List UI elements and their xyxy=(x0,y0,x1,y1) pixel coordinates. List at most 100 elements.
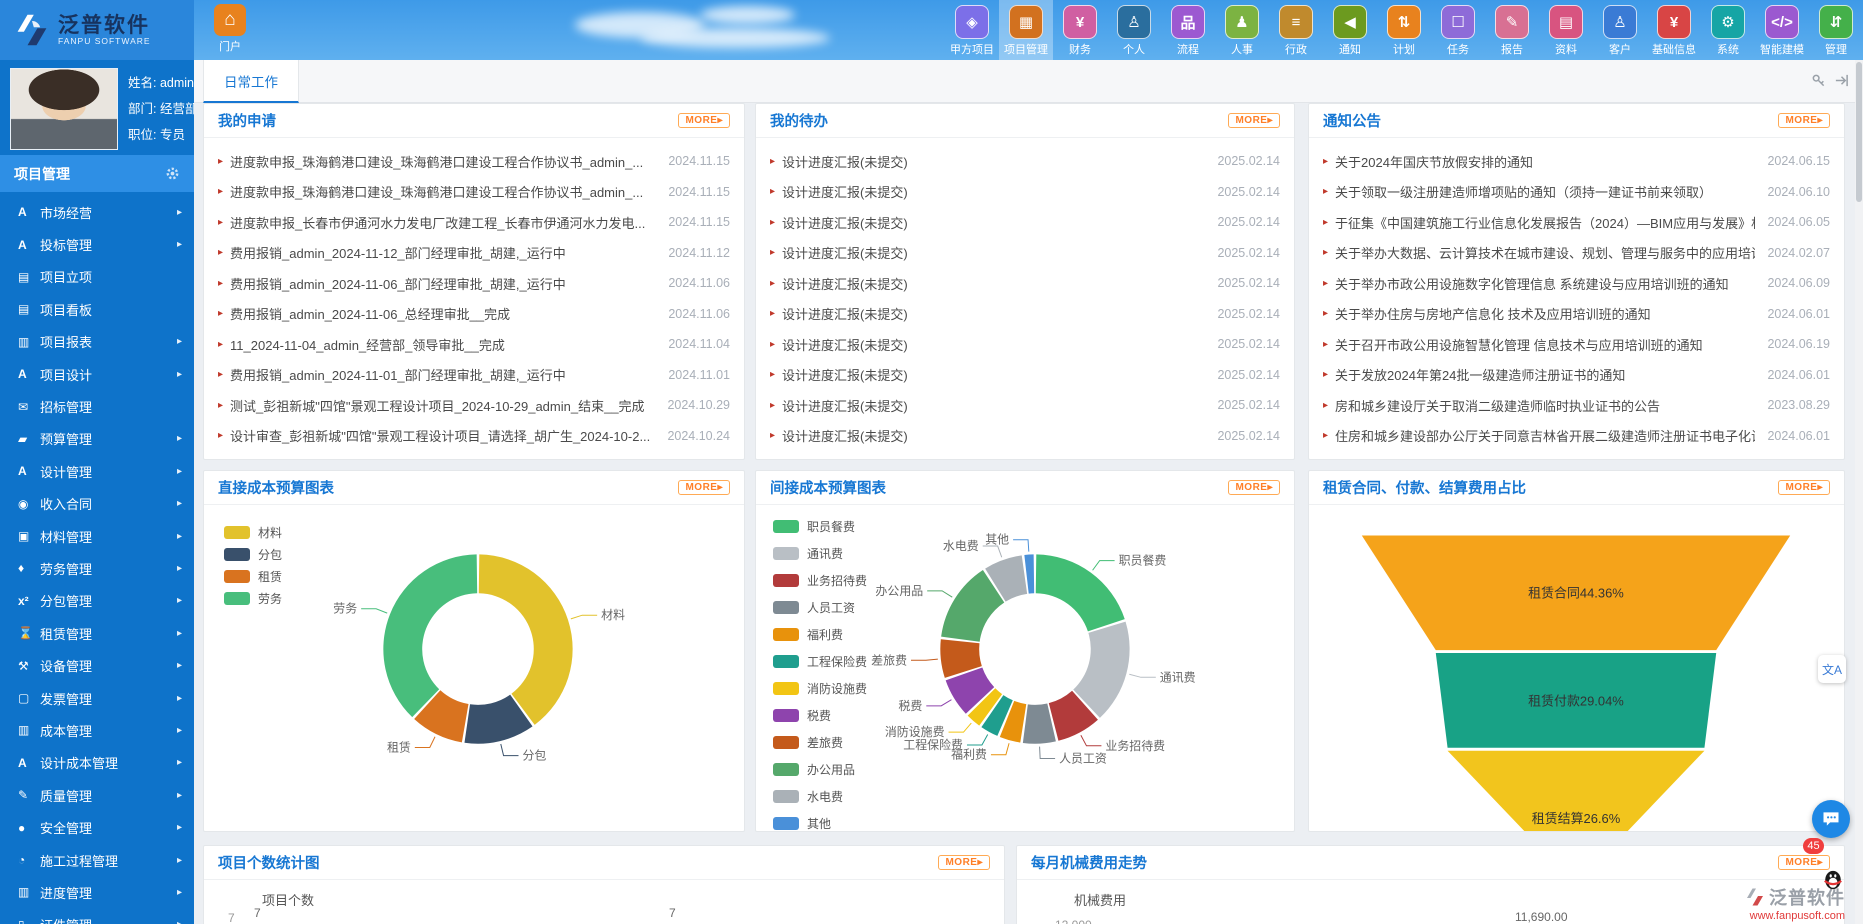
top-nav-item[interactable]: ⚙ 系统 xyxy=(1701,0,1755,60)
list-item[interactable]: ▸ 关于2024年国庆节放假安排的通知 2024.06.15 xyxy=(1309,146,1844,177)
sidebar-menu-item[interactable]: x² 分包管理 ▸ xyxy=(0,585,194,617)
top-nav-item[interactable]: ♙ 个人 xyxy=(1107,0,1161,60)
top-nav-item[interactable]: ▦ 项目管理 xyxy=(999,0,1053,60)
sidebar-menu-item[interactable]: ▣ 材料管理 ▸ xyxy=(0,520,194,552)
legend-item[interactable]: 业务招待费 xyxy=(773,567,867,594)
legend-item[interactable]: 职员餐费 xyxy=(773,513,867,540)
scrollbar-thumb[interactable] xyxy=(1856,62,1862,202)
list-item[interactable]: ▸ 设计审查_彭祖新城"四馆"景观工程设计项目_请选择_胡广生_2024-10-… xyxy=(204,421,744,452)
sidebar-menu-item[interactable]: A 市场经营 ▸ xyxy=(0,196,194,228)
top-nav-item[interactable]: ♙ 客户 xyxy=(1593,0,1647,60)
sidebar-menu-item[interactable]: ▯ 证件管理 ▸ xyxy=(0,909,194,924)
list-item[interactable]: ▸ 设计进度汇报(未提交) 2025.02.14 xyxy=(756,146,1294,177)
list-item[interactable]: ▸ 关于举办市政公用设施数字化管理信息 系统建设与应用培训班的通知 2024.0… xyxy=(1309,268,1844,299)
sidebar-menu-item[interactable]: ▰ 预算管理 ▸ xyxy=(0,423,194,455)
sidebar-menu-item[interactable]: ♦ 劳务管理 ▸ xyxy=(0,552,194,584)
chat-float-button[interactable] xyxy=(1812,800,1850,838)
legend-item[interactable]: 其他 xyxy=(773,810,867,831)
more-button[interactable]: MORE▸ xyxy=(678,480,730,495)
top-nav-item[interactable]: </> 智能建模 xyxy=(1755,0,1809,60)
legend-item[interactable]: 税费 xyxy=(773,702,867,729)
sidebar-menu-item[interactable]: ⚒ 设备管理 ▸ xyxy=(0,649,194,681)
watermark-url[interactable]: www.fanpusoft.com xyxy=(1745,910,1845,922)
list-item[interactable]: ▸ 设计进度汇报(未提交) 2025.02.14 xyxy=(756,299,1294,330)
top-nav-item[interactable]: ♟ 人事 xyxy=(1215,0,1269,60)
top-nav-item[interactable]: ¥ 基础信息 xyxy=(1647,0,1701,60)
legend-item[interactable]: 劳务 xyxy=(224,587,282,609)
sidebar-menu-item[interactable]: A 设计管理 ▸ xyxy=(0,455,194,487)
sidebar-menu-item[interactable]: ⌛ 租赁管理 ▸ xyxy=(0,617,194,649)
lease-funnel-chart[interactable]: 租赁合同44.36%租赁付款29.04%租赁结算26.6% xyxy=(1309,505,1844,831)
sidebar-menu-item[interactable]: ✉ 招标管理 xyxy=(0,390,194,422)
legend-item[interactable]: 福利费 xyxy=(773,621,867,648)
list-item[interactable]: ▸ 11_2024-11-04_admin_经营部_领导审批__完成 2024.… xyxy=(204,329,744,360)
top-nav-item[interactable]: ◈ 甲方项目 xyxy=(945,0,999,60)
top-nav-item[interactable]: ✎ 报告 xyxy=(1485,0,1539,60)
legend-item[interactable]: 通讯费 xyxy=(773,540,867,567)
legend-item[interactable]: 办公用品 xyxy=(773,756,867,783)
legend-item[interactable]: 分包 xyxy=(224,543,282,565)
sidebar-section-project-management[interactable]: 项目管理 xyxy=(0,155,194,192)
sidebar-menu-item[interactable]: A 投标管理 ▸ xyxy=(0,228,194,260)
sidebar-menu-item[interactable]: A 设计成本管理 ▸ xyxy=(0,747,194,779)
sidebar-menu-item[interactable]: ◔ 施工过程管理 ▸ xyxy=(0,844,194,876)
more-button[interactable]: MORE▸ xyxy=(1778,113,1830,128)
more-button[interactable]: MORE▸ xyxy=(938,855,990,870)
list-item[interactable]: ▸ 关于发放2024年第24批一级建造师注册证书的通知 2024.06.01 xyxy=(1309,360,1844,391)
list-item[interactable]: ▸ 设计进度汇报(未提交) 2025.02.14 xyxy=(756,329,1294,360)
top-nav-item[interactable]: 品 流程 xyxy=(1161,0,1215,60)
collapse-arrow-icon[interactable] xyxy=(1834,73,1849,88)
list-item[interactable]: ▸ 进度款申报_珠海鹤港口建设_珠海鹤港口建设工程合作协议书_admin_...… xyxy=(204,146,744,177)
list-item[interactable]: ▸ 住房和城乡建设部办公厅关于同意吉林省开展二级建造师注册证书电子化试点... … xyxy=(1309,421,1844,452)
more-button[interactable]: MORE▸ xyxy=(1228,113,1280,128)
list-item[interactable]: ▸ 设计进度汇报(未提交) 2025.02.14 xyxy=(756,177,1294,208)
list-item[interactable]: ▸ 设计进度汇报(未提交) 2025.02.14 xyxy=(756,268,1294,299)
legend-item[interactable]: 人员工资 xyxy=(773,594,867,621)
list-item[interactable]: ▸ 设计进度汇报(未提交) 2025.02.14 xyxy=(756,238,1294,269)
list-item[interactable]: ▸ 费用报销_admin_2024-11-06_总经理审批__完成 2024.1… xyxy=(204,299,744,330)
list-item[interactable]: ▸ 费用报销_admin_2024-11-01_部门经理审批_胡建,_运行中 2… xyxy=(204,360,744,391)
sidebar-menu-item[interactable]: ▥ 进度管理 ▸ xyxy=(0,876,194,908)
legend-item[interactable]: 租赁 xyxy=(224,565,282,587)
list-item[interactable]: ▸ 测试_彭祖新城"四馆"景观工程设计项目_2024-10-29_admin_结… xyxy=(204,390,744,421)
more-button[interactable]: MORE▸ xyxy=(678,113,730,128)
qq-icon[interactable] xyxy=(1822,868,1844,897)
list-item[interactable]: ▸ 房和城乡建设厅关于取消二级建造师临时执业证书的公告 2023.08.29 xyxy=(1309,390,1844,421)
list-item[interactable]: ▸ 关于领取一级注册建造师增项贴的通知（须持一建证书前来领取） 2024.06.… xyxy=(1309,177,1844,208)
legend-item[interactable]: 消防设施费 xyxy=(773,675,867,702)
more-button[interactable]: MORE▸ xyxy=(1228,480,1280,495)
list-item[interactable]: ▸ 进度款申报_长春市伊通河水力发电厂改建工程_长春市伊通河水力发电... 20… xyxy=(204,207,744,238)
sidebar-menu-item[interactable]: ▢ 发票管理 ▸ xyxy=(0,682,194,714)
top-nav-item[interactable]: ▤ 资料 xyxy=(1539,0,1593,60)
top-nav-item[interactable]: ◀ 通知 xyxy=(1323,0,1377,60)
legend-item[interactable]: 工程保险费 xyxy=(773,648,867,675)
tab-daily-work[interactable]: 日常工作 xyxy=(203,60,299,103)
gear-icon[interactable] xyxy=(165,166,180,181)
key-icon[interactable] xyxy=(1811,73,1826,88)
translate-float-button[interactable]: 文A xyxy=(1818,655,1846,683)
sidebar-menu-item[interactable]: ▤ 项目立项 xyxy=(0,261,194,293)
sidebar-menu-item[interactable]: ▥ 成本管理 ▸ xyxy=(0,714,194,746)
list-item[interactable]: ▸ 设计进度汇报(未提交) 2025.02.14 xyxy=(756,360,1294,391)
sidebar-menu-item[interactable]: A 项目设计 ▸ xyxy=(0,358,194,390)
sidebar-menu-item[interactable]: ● 安全管理 ▸ xyxy=(0,811,194,843)
sidebar-menu-item[interactable]: ▥ 项目报表 ▸ xyxy=(0,326,194,358)
top-nav-item[interactable]: ⇅ 计划 xyxy=(1377,0,1431,60)
portal-home-button[interactable]: ⌂ 门户 xyxy=(206,4,254,58)
list-item[interactable]: ▸ 关于举办住房与房地产信息化 技术及应用培训班的通知 2024.06.01 xyxy=(1309,299,1844,330)
top-nav-item[interactable]: ⇵ 管理 xyxy=(1809,0,1863,60)
list-item[interactable]: ▸ 关于召开市政公用设施智慧化管理 信息技术与应用培训班的通知 2024.06.… xyxy=(1309,329,1844,360)
list-item[interactable]: ▸ 于征集《中国建筑施工行业信息化发展报告（2024）—BIM应用与发展》材料.… xyxy=(1309,207,1844,238)
list-item[interactable]: ▸ 费用报销_admin_2024-11-12_部门经理审批_胡建,_运行中 2… xyxy=(204,238,744,269)
top-nav-item[interactable]: ☐ 任务 xyxy=(1431,0,1485,60)
list-item[interactable]: ▸ 设计进度汇报(未提交) 2025.02.14 xyxy=(756,207,1294,238)
more-button[interactable]: MORE▸ xyxy=(1778,480,1830,495)
direct-cost-donut-chart[interactable]: 材料分包租赁劳务 xyxy=(204,505,744,831)
list-item[interactable]: ▸ 设计进度汇报(未提交) 2025.02.14 xyxy=(756,390,1294,421)
sidebar-menu-item[interactable]: ✎ 质量管理 ▸ xyxy=(0,779,194,811)
list-item[interactable]: ▸ 设计进度汇报(未提交) 2025.02.14 xyxy=(756,421,1294,452)
list-item[interactable]: ▸ 费用报销_admin_2024-11-06_部门经理审批_胡建,_运行中 2… xyxy=(204,268,744,299)
legend-item[interactable]: 材料 xyxy=(224,521,282,543)
sidebar-menu-item[interactable]: ▤ 项目看板 xyxy=(0,293,194,325)
top-nav-item[interactable]: ≡ 行政 xyxy=(1269,0,1323,60)
